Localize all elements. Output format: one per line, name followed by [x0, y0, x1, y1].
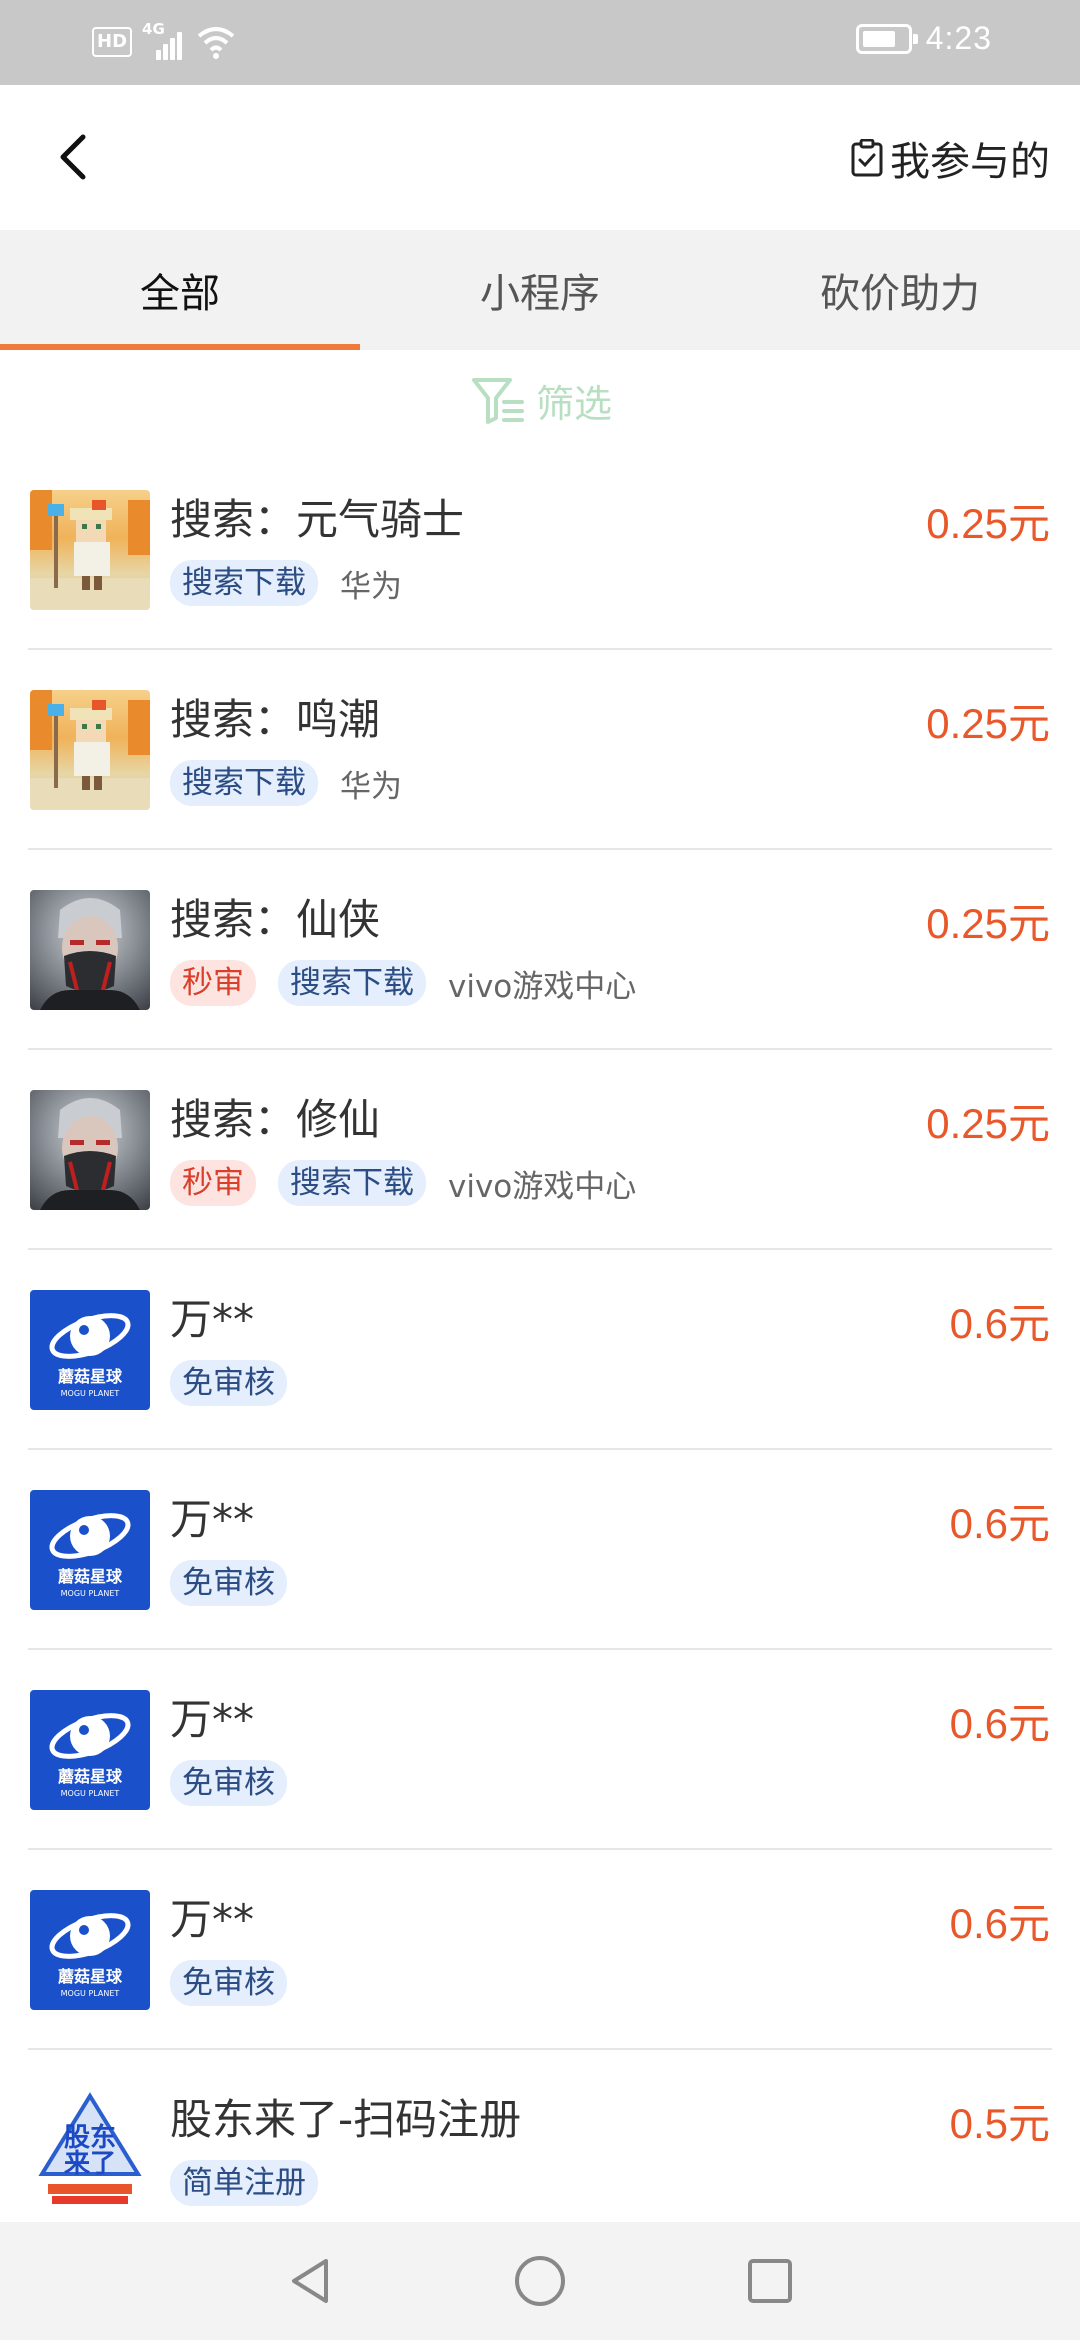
task-item[interactable]: 搜索：仙侠 0.25元 秒审 搜索下载 vivo游戏中心	[0, 850, 1080, 1050]
system-nav-bar	[0, 2222, 1080, 2340]
battery-icon	[855, 23, 918, 54]
nav-home-button[interactable]	[425, 2222, 655, 2340]
task-item[interactable]: 蘑菇星球 MOGU PLANET 万** 0.6元 免审核	[0, 1650, 1080, 1850]
tab-bar: 全部 小程序 砍价助力	[0, 230, 1080, 350]
task-title: 万**	[170, 1695, 255, 1744]
svg-text:蘑菇星球: 蘑菇星球	[58, 1567, 123, 1586]
tag-no-review: 免审核	[170, 1360, 287, 1406]
masked-character-image	[30, 890, 150, 1010]
chevron-left-icon	[60, 134, 86, 180]
network-type: 4G	[142, 20, 165, 38]
task-tags: 搜索下载 华为	[170, 760, 402, 806]
svg-text:蘑菇星球: 蘑菇星球	[58, 1367, 123, 1386]
tag-instant-review: 秒审	[170, 960, 256, 1006]
status-right: 4:23	[855, 20, 992, 57]
task-item[interactable]: 蘑菇星球 MOGU PLANET 万** 0.6元 免审核	[0, 1850, 1080, 2050]
task-tags: 简单注册	[170, 2160, 318, 2206]
task-tags: 搜索下载 华为	[170, 560, 402, 606]
wifi-icon	[197, 27, 235, 59]
filter-button[interactable]: 筛选	[0, 350, 1080, 450]
task-tags: 免审核	[170, 1360, 287, 1406]
back-button[interactable]	[42, 121, 102, 193]
task-price: 0.25元	[926, 700, 1050, 747]
task-title: 搜索：元气骑士	[170, 495, 465, 544]
mogu-planet-logo: 蘑菇星球 MOGU PLANET	[30, 1690, 150, 1810]
task-price: 0.25元	[926, 1100, 1050, 1147]
task-item[interactable]: 搜索：元气骑士 0.25元 搜索下载 华为	[0, 450, 1080, 650]
task-item[interactable]: 蘑菇星球 MOGU PLANET 万** 0.6元 免审核	[0, 1450, 1080, 1650]
status-left: HD 4G	[92, 20, 236, 62]
filter-icon	[471, 378, 524, 424]
task-price: 0.25元	[926, 500, 1050, 547]
home-circle-icon	[515, 2256, 565, 2306]
task-price: 0.25元	[926, 900, 1050, 947]
hd-badge: HD	[92, 27, 133, 57]
task-title: 搜索：修仙	[170, 1095, 381, 1144]
tag-no-review: 免审核	[170, 1560, 287, 1606]
mogu-planet-logo: 蘑菇星球 MOGU PLANET	[30, 1890, 150, 2010]
task-title: 万**	[170, 1895, 255, 1944]
masked-character-image	[30, 1090, 150, 1210]
signal-icon: 4G	[142, 20, 186, 62]
svg-text:蘑菇星球: 蘑菇星球	[58, 1967, 123, 1986]
tag-search-download: 搜索下载	[170, 560, 318, 606]
svg-text:MOGU PLANET: MOGU PLANET	[61, 1789, 120, 1798]
task-tags: 秒审 搜索下载 vivo游戏中心	[170, 1160, 636, 1206]
tag-simple-register: 简单注册	[170, 2160, 318, 2206]
task-item[interactable]: 搜索：鸣潮 0.25元 搜索下载 华为	[0, 650, 1080, 850]
task-item[interactable]: 蘑菇星球 MOGU PLANET 万** 0.6元 免审核	[0, 1250, 1080, 1450]
task-price: 0.6元	[949, 1700, 1050, 1747]
svg-text:蘑菇星球: 蘑菇星球	[58, 1767, 123, 1786]
clipboard-check-icon	[851, 139, 883, 177]
task-price: 0.6元	[949, 1300, 1050, 1347]
platform-label: vivo游戏中心	[448, 968, 637, 1005]
tab-mini-program[interactable]: 小程序	[360, 230, 720, 350]
back-triangle-icon	[292, 2259, 328, 2303]
svg-text:MOGU PLANET: MOGU PLANET	[61, 1989, 120, 1998]
tab-bargain-help[interactable]: 砍价助力	[720, 230, 1080, 350]
recents-square-icon	[748, 2259, 792, 2303]
platform-label: 华为	[340, 768, 402, 805]
tab-all[interactable]: 全部	[0, 230, 360, 350]
platform-label: 华为	[340, 568, 402, 605]
task-price: 0.6元	[949, 1900, 1050, 1947]
task-tags: 秒审 搜索下载 vivo游戏中心	[170, 960, 636, 1006]
svg-text:MOGU PLANET: MOGU PLANET	[61, 1389, 120, 1398]
task-item[interactable]: 搜索：修仙 0.25元 秒审 搜索下载 vivo游戏中心	[0, 1050, 1080, 1250]
gudong-laile-logo: 股东 来了	[30, 2090, 150, 2210]
task-title: 股东来了-扫码注册	[170, 2095, 522, 2144]
task-title: 万**	[170, 1295, 255, 1344]
pixel-knight-image	[30, 490, 150, 610]
svg-text:来了: 来了	[64, 2149, 116, 2179]
tag-search-download: 搜索下载	[278, 1160, 426, 1206]
mogu-planet-logo: 蘑菇星球 MOGU PLANET	[30, 1490, 150, 1610]
header: 我参与的	[0, 85, 1080, 230]
participated-button[interactable]: 我参与的	[850, 129, 1050, 187]
tag-instant-review: 秒审	[170, 1160, 256, 1206]
platform-label: vivo游戏中心	[448, 1168, 637, 1205]
task-tags: 免审核	[170, 1960, 287, 2006]
tag-search-download: 搜索下载	[278, 960, 426, 1006]
svg-text:MOGU PLANET: MOGU PLANET	[61, 1589, 120, 1598]
task-list: 搜索：元气骑士 0.25元 搜索下载 华为 搜索：鸣潮 0.25元 搜索下载 华…	[0, 450, 1080, 2250]
task-tags: 免审核	[170, 1560, 287, 1606]
task-price: 0.5元	[949, 2100, 1050, 2147]
pixel-knight-image	[30, 690, 150, 810]
participated-label: 我参与的	[890, 139, 1050, 185]
tag-no-review: 免审核	[170, 1960, 287, 2006]
status-bar: HD 4G 4:23	[0, 0, 1080, 85]
task-title: 万**	[170, 1495, 255, 1544]
task-tags: 免审核	[170, 1760, 287, 1806]
status-time: 4:23	[925, 20, 992, 56]
nav-recents-button[interactable]	[655, 2222, 885, 2340]
filter-label: 筛选	[535, 381, 612, 426]
task-item[interactable]: 股东 来了 股东来了-扫码注册 0.5元 简单注册	[0, 2050, 1080, 2250]
nav-back-button[interactable]	[195, 2222, 425, 2340]
task-title: 搜索：鸣潮	[170, 695, 381, 744]
tag-no-review: 免审核	[170, 1760, 287, 1806]
task-title: 搜索：仙侠	[170, 895, 381, 944]
mogu-planet-logo: 蘑菇星球 MOGU PLANET	[30, 1290, 150, 1410]
tag-search-download: 搜索下载	[170, 760, 318, 806]
task-price: 0.6元	[949, 1500, 1050, 1547]
